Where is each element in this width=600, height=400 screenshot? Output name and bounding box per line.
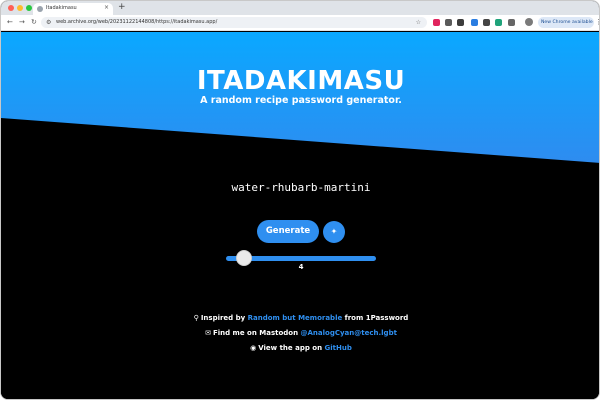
random-but-memorable-link[interactable]: Random but Memorable — [248, 314, 343, 322]
footer-mastodon-line: ✉ Find me on Mastodon @AnalogCyan@tech.lg… — [205, 329, 397, 337]
extension-icon[interactable] — [445, 19, 452, 26]
mastodon-link[interactable]: @AnalogCyan@tech.lgbt — [301, 329, 397, 337]
new-tab-button[interactable]: + — [118, 2, 126, 12]
page-title: ITADAKIMASU — [196, 66, 406, 96]
url-text: web.archive.org/web/20231122144808/https… — [56, 19, 218, 25]
extension-icon[interactable] — [471, 19, 478, 26]
extension-icon[interactable] — [433, 19, 440, 26]
extension-icon[interactable] — [457, 19, 464, 26]
reload-icon[interactable]: ↻ — [31, 18, 37, 26]
footer-github-line: ◉ View the app on GitHub — [250, 344, 352, 352]
tab-close-icon[interactable]: × — [104, 4, 109, 11]
slider-thumb[interactable] — [236, 250, 252, 266]
page-content: ITADAKIMASU A random recipe password gen… — [1, 32, 599, 399]
close-window-button[interactable] — [8, 5, 14, 11]
back-icon[interactable]: ← — [7, 18, 13, 26]
profile-avatar[interactable] — [525, 18, 533, 26]
new-chrome-available-button[interactable]: New Chrome available — [538, 17, 594, 28]
address-bar[interactable]: ⚙ web.archive.org/web/20231122144808/htt… — [41, 17, 427, 28]
browser-tab[interactable]: Itadakimasu × — [33, 3, 113, 15]
sparkle-icon[interactable]: ✦ — [323, 221, 345, 243]
tab-title: Itadakimasu — [46, 5, 77, 11]
word-count-value: 4 — [298, 263, 304, 271]
page-subtitle: A random recipe password generator. — [200, 95, 402, 106]
github-icon: ◉ — [250, 344, 257, 352]
generated-password[interactable]: water-rhubarb-martini — [1, 181, 599, 194]
bookmark-star-icon[interactable]: ☆ — [416, 19, 421, 26]
tab-strip: Itadakimasu × + — [1, 1, 599, 15]
minimize-window-button[interactable] — [17, 5, 23, 11]
forward-icon[interactable]: → — [19, 18, 25, 26]
favicon-icon — [37, 6, 43, 12]
extension-icon[interactable] — [483, 19, 490, 26]
more-menu-icon[interactable]: ⋮ — [595, 18, 599, 26]
bulb-icon: ⚲ — [193, 314, 199, 322]
generate-button[interactable]: Generate — [257, 220, 319, 243]
extension-icon[interactable] — [495, 19, 502, 26]
github-link[interactable]: GitHub — [325, 344, 352, 352]
browser-window: Itadakimasu × + ← → ↻ ⚙ web.archive.org/… — [0, 0, 600, 400]
footer-inspired-line: ⚲ Inspired by Random but Memorable from 1… — [193, 314, 409, 322]
site-info-icon[interactable]: ⚙ — [46, 19, 51, 26]
maximize-window-button[interactable] — [26, 5, 32, 11]
extensions-puzzle-icon[interactable] — [508, 19, 515, 26]
mastodon-icon: ✉ — [205, 329, 211, 337]
browser-toolbar: ← → ↻ ⚙ web.archive.org/web/202311221448… — [1, 15, 599, 31]
